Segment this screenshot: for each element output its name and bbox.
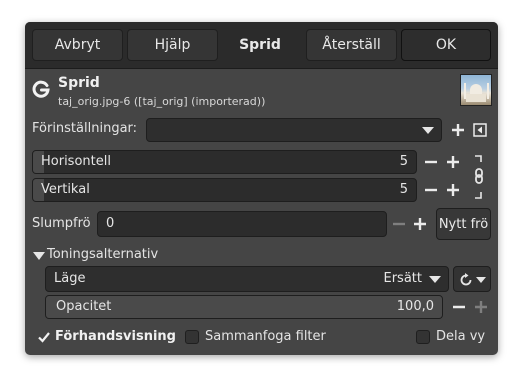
add-preset-button[interactable] xyxy=(449,121,467,139)
gegl-logo-icon xyxy=(32,80,50,98)
composite-mode-button[interactable] xyxy=(453,266,491,292)
merge-filter-label: Sammanfoga filter xyxy=(205,329,326,344)
opacity-increase-button[interactable] xyxy=(471,296,490,318)
seed-increase-button[interactable] xyxy=(410,213,429,235)
preview-checkbox[interactable] xyxy=(36,329,52,345)
plus-icon xyxy=(413,218,426,230)
split-view-checkbox[interactable] xyxy=(416,330,430,344)
dialog-title: Sprid xyxy=(239,37,281,53)
chevron-down-icon xyxy=(422,127,434,134)
seed-decrease-button[interactable] xyxy=(389,213,408,235)
help-button[interactable]: Hjälp xyxy=(127,29,218,61)
seed-label: Slumpfrö xyxy=(32,216,91,231)
horizontal-label: Horisontell xyxy=(41,154,111,169)
vertical-value: 5 xyxy=(399,182,408,197)
horizontal-spinscale[interactable]: Horisontell 5 xyxy=(32,150,417,174)
horizontal-value: 5 xyxy=(399,154,408,169)
chain-link-button[interactable] xyxy=(470,154,488,200)
filter-name: Sprid xyxy=(58,75,100,91)
reset-arrow-icon xyxy=(460,273,472,286)
blending-options-label: Toningsalternativ xyxy=(47,247,159,262)
image-info: taj_orig.jpg-6 ([taj_orig] (importerad)) xyxy=(58,95,266,108)
chevron-down-icon xyxy=(476,277,486,283)
presets-combo[interactable] xyxy=(146,118,442,142)
minus-icon xyxy=(452,305,465,309)
vertical-label: Vertikal xyxy=(41,182,90,197)
new-seed-button[interactable]: Nytt frö xyxy=(436,208,491,240)
chain-link-icon xyxy=(475,155,483,199)
merge-filter-checkbox[interactable] xyxy=(185,330,199,344)
horizontal-increase-button[interactable] xyxy=(443,151,462,173)
opacity-label: Opacitet xyxy=(56,299,112,314)
mode-value: Ersätt xyxy=(383,271,423,286)
chevron-down-icon xyxy=(429,276,441,283)
expander-toggle[interactable] xyxy=(32,249,46,263)
plus-icon xyxy=(452,124,464,136)
preview-label: Förhandsvisning xyxy=(55,329,176,344)
menu-arrow-icon xyxy=(473,123,487,137)
presets-label: Förinställningar: xyxy=(32,121,138,136)
preset-menu-button[interactable] xyxy=(471,121,489,139)
expander-down-icon xyxy=(33,252,45,260)
minus-icon xyxy=(424,160,437,164)
mode-label: Läge xyxy=(54,271,86,286)
minus-icon xyxy=(424,188,437,192)
vertical-increase-button[interactable] xyxy=(443,179,462,201)
opacity-value: 100,0 xyxy=(396,299,434,314)
cancel-button[interactable]: Avbryt xyxy=(32,29,123,61)
checkmark-icon xyxy=(38,332,50,343)
blend-mode-combo[interactable]: Läge Ersätt xyxy=(45,266,449,292)
vertical-decrease-button[interactable] xyxy=(421,179,440,201)
opacity-decrease-button[interactable] xyxy=(449,296,468,318)
image-thumbnail xyxy=(460,74,492,106)
seed-value: 0 xyxy=(106,216,115,231)
opacity-spinscale[interactable]: Opacitet 100,0 xyxy=(45,295,443,319)
minus-icon xyxy=(392,222,405,226)
plus-icon xyxy=(446,156,459,168)
plus-icon xyxy=(446,184,459,196)
seed-field[interactable]: 0 xyxy=(97,211,387,237)
plus-icon xyxy=(474,301,487,313)
dialog-header-bar: Avbryt Hjälp Sprid Återställ OK xyxy=(25,22,498,69)
ok-button[interactable]: OK xyxy=(401,29,491,61)
split-view-label: Dela vy xyxy=(436,329,486,344)
spread-filter-dialog: Avbryt Hjälp Sprid Återställ OK Sprid ta… xyxy=(25,22,498,355)
reset-button[interactable]: Återställ xyxy=(306,29,397,61)
vertical-spinscale[interactable]: Vertikal 5 xyxy=(32,178,417,202)
horizontal-decrease-button[interactable] xyxy=(421,151,440,173)
